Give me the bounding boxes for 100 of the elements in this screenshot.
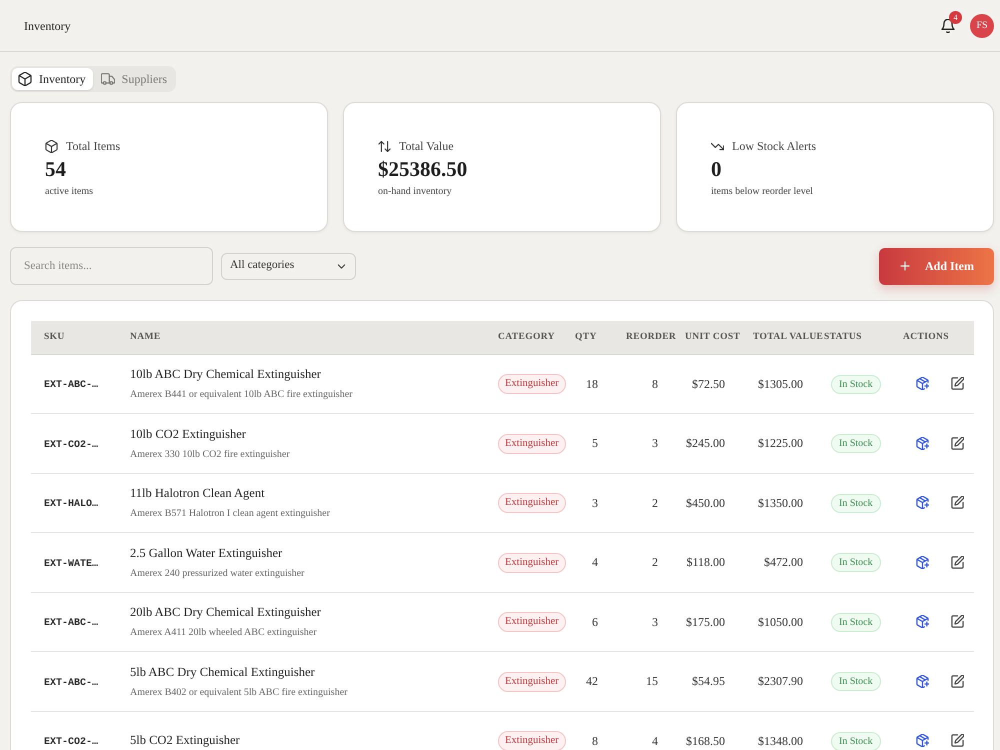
column-header: TOTAL VALUE — [749, 321, 823, 354]
status-tag: In Stock — [831, 434, 881, 454]
unit-cost-value: $118.00 — [686, 555, 725, 570]
sku-text: EXT-ABC-… — [44, 678, 98, 689]
stat-value: 0 — [711, 157, 722, 182]
total-value: $1050.00 — [758, 614, 803, 629]
reorder-value: 8 — [652, 376, 658, 391]
reorder-value: 2 — [652, 496, 658, 510]
total-value: $472.00 — [764, 555, 803, 570]
qty-value: 6 — [592, 614, 598, 629]
add-stock-icon[interactable] — [916, 496, 929, 510]
status-tag: In Stock — [831, 494, 881, 513]
total-value: $1305.00 — [758, 376, 803, 391]
qty-value: 4 — [592, 555, 598, 570]
edit-icon[interactable] — [951, 436, 964, 450]
column-header: QTY — [570, 321, 622, 354]
edit-icon[interactable] — [951, 615, 964, 628]
cube-icon — [18, 72, 32, 86]
page-title: Inventory — [24, 18, 71, 34]
unit-cost-value: $72.50 — [692, 376, 725, 391]
total-value: $1350.00 — [758, 496, 803, 510]
category-tag: Extinguisher — [498, 672, 566, 692]
column-header: SKU — [31, 321, 117, 354]
sku-text: EXT-WATE… — [44, 558, 98, 570]
qty-value: 8 — [592, 734, 598, 748]
qty-value: 3 — [592, 496, 598, 510]
category-tag: Extinguisher — [498, 612, 566, 632]
column-header: STATUS — [823, 321, 893, 354]
qty-value: 42 — [586, 674, 598, 688]
edit-icon[interactable] — [951, 674, 964, 688]
unit-cost-value: $54.95 — [692, 674, 725, 688]
up-down-arrows-icon — [378, 140, 391, 152]
plus-icon — [898, 260, 911, 272]
add-stock-icon[interactable] — [916, 734, 929, 748]
item-name: 2.5 Gallon Water Extinguisher — [130, 544, 282, 562]
unit-cost-value: $450.00 — [686, 496, 725, 510]
qty-value: 18 — [586, 376, 598, 391]
item-description: Amerex 330 10lb CO2 fire extinguisher — [130, 448, 290, 462]
item-description: Amerex B402 or equivalent 5lb ABC fire extinguisher — [130, 686, 348, 700]
nav-tab[interactable]: Inventory — [12, 68, 93, 90]
item-description: Amerex B441 or equivalent 10lb ABC fire extinguisher — [130, 388, 352, 402]
search-field[interactable]: Search items... — [10, 247, 213, 285]
unit-cost-value: $245.00 — [686, 436, 725, 450]
stat-caption: active items — [45, 185, 94, 200]
status-tag: In Stock — [831, 732, 881, 750]
category-tag: Extinguisher — [498, 552, 566, 573]
stat-value: $25386.50 — [378, 157, 468, 182]
stat-label: Total Value — [399, 138, 454, 155]
item-name: 5lb ABC Dry Chemical Extinguisher — [130, 664, 315, 681]
unit-cost-value: $175.00 — [686, 614, 725, 629]
add-stock-icon[interactable] — [916, 556, 929, 569]
truck-icon — [100, 72, 115, 86]
edit-icon[interactable] — [951, 734, 964, 748]
stat-caption: items below reorder level — [711, 185, 813, 200]
add-stock-icon[interactable] — [916, 377, 929, 390]
category-tag: Extinguisher — [498, 434, 566, 454]
nav-tab[interactable]: Suppliers — [94, 68, 174, 90]
total-value: $1348.00 — [758, 734, 803, 748]
column-header: UNIT COST — [682, 321, 749, 354]
status-tag: In Stock — [831, 612, 881, 632]
qty-value: 5 — [592, 436, 598, 450]
reorder-value: 3 — [652, 436, 658, 450]
stat-value: 54 — [45, 157, 66, 182]
item-description: Amerex A411 20lb wheeled ABC extinguisher — [130, 626, 317, 640]
column-header: ACTIONS — [893, 321, 974, 354]
reorder-value: 15 — [646, 674, 658, 688]
sku-text: EXT-CO2-… — [44, 440, 98, 451]
add-stock-icon[interactable] — [916, 615, 929, 628]
column-header: CATEGORY — [490, 321, 570, 354]
category-tag: Extinguisher — [498, 731, 566, 750]
item-description: Amerex 240 pressurized water extinguisher — [130, 566, 304, 581]
edit-icon[interactable] — [951, 377, 964, 390]
status-tag: In Stock — [831, 374, 881, 394]
category-tag: Extinguisher — [498, 374, 566, 394]
item-name: 11lb Halotron Clean Agent — [130, 485, 265, 502]
item-description: Amerex B571 Halotron I clean agent extinguisher — [130, 507, 330, 522]
sku-text: EXT-HALO… — [44, 499, 98, 510]
edit-icon[interactable] — [951, 496, 964, 510]
item-name: 5lb CO2 Extinguisher — [130, 732, 240, 750]
item-name: 10lb ABC Dry Chemical Extinguisher — [130, 366, 321, 384]
stat-caption: on-hand inventory — [378, 185, 452, 200]
notification-bell-icon[interactable] — [941, 18, 955, 32]
category-tag: Extinguisher — [498, 493, 566, 514]
user-avatar[interactable]: FS — [970, 14, 994, 38]
add-item-button[interactable]: Add Item — [879, 248, 994, 284]
total-value: $1225.00 — [758, 436, 803, 450]
add-stock-icon[interactable] — [916, 674, 929, 688]
column-header: NAME — [117, 321, 490, 354]
status-tag: In Stock — [831, 553, 881, 572]
stat-label: Low Stock Alerts — [732, 138, 816, 155]
stat-label: Total Items — [66, 138, 120, 155]
status-tag: In Stock — [831, 672, 881, 692]
edit-icon[interactable] — [951, 556, 964, 569]
sku-text: EXT-ABC-… — [44, 618, 98, 630]
reorder-value: 4 — [652, 734, 658, 748]
add-stock-icon[interactable] — [916, 436, 929, 450]
category-dropdown[interactable]: All categories — [221, 252, 356, 280]
column-header: REORDER — [622, 321, 682, 354]
item-name: 20lb ABC Dry Chemical Extinguisher — [130, 604, 321, 622]
item-name: 10lb CO2 Extinguisher — [130, 426, 246, 443]
